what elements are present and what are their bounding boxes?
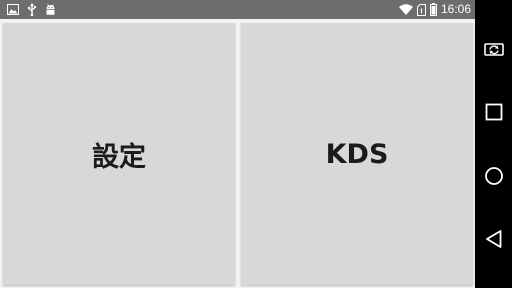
- back-triangle-icon: [485, 229, 503, 249]
- back-button[interactable]: [475, 220, 512, 257]
- navigation-bar: [475, 0, 512, 288]
- status-left-icons: [7, 3, 56, 16]
- kds-tile-label: KDS: [325, 138, 389, 170]
- status-right-icons: ! 16:06: [398, 2, 471, 17]
- kds-tile[interactable]: KDS: [241, 23, 473, 285]
- recents-button[interactable]: [475, 93, 512, 130]
- home-circle-icon: [484, 166, 504, 186]
- status-bar: ! 16:06: [0, 0, 475, 19]
- battery-icon: [429, 3, 437, 16]
- rotate-screen-icon: [483, 40, 505, 58]
- android-debug-icon: [45, 3, 56, 16]
- status-time: 16:06: [440, 2, 471, 16]
- settings-tile-label: 設定: [92, 141, 146, 173]
- wifi-icon: [398, 4, 413, 15]
- usb-icon: [27, 3, 37, 16]
- image-notification-icon: [7, 4, 19, 15]
- main-content: 設定 KDS: [0, 19, 475, 288]
- rotate-screen-button[interactable]: [475, 30, 512, 67]
- svg-text:!: !: [420, 7, 423, 15]
- android-screen: ! 16:06 設定 KDS: [0, 0, 512, 288]
- settings-tile[interactable]: 設定: [3, 23, 235, 285]
- no-sim-icon: !: [416, 3, 426, 16]
- home-button[interactable]: [475, 157, 512, 194]
- recents-square-icon: [485, 103, 503, 121]
